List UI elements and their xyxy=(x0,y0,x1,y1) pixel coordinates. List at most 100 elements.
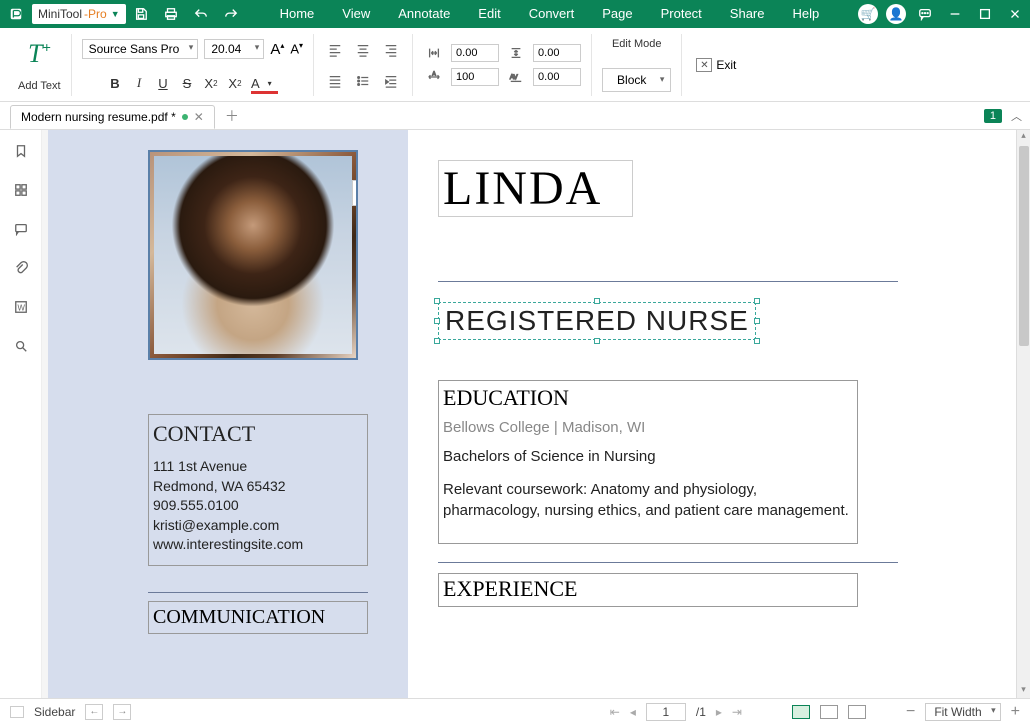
cart-icon[interactable]: 🛒 xyxy=(858,4,878,24)
feedback-icon[interactable] xyxy=(910,0,940,28)
education-heading: EDUCATION xyxy=(443,385,849,411)
zoom-in-icon[interactable]: + xyxy=(1011,703,1020,721)
communication-section[interactable]: COMMUNICATION xyxy=(148,601,368,634)
search-icon[interactable] xyxy=(14,339,28,358)
scroll-down-icon[interactable]: ▾ xyxy=(1017,684,1030,698)
word-spacing-icon[interactable]: AV xyxy=(505,67,527,87)
zoom-out-icon[interactable]: − xyxy=(906,703,915,721)
first-page-icon[interactable]: ⇤ xyxy=(610,705,620,719)
continuous-view-icon[interactable] xyxy=(848,705,866,719)
indent-icon[interactable] xyxy=(380,71,402,91)
modified-indicator-icon xyxy=(182,114,188,120)
superscript-icon[interactable]: X2 xyxy=(203,76,219,91)
print-icon[interactable] xyxy=(156,0,186,28)
page-number-input[interactable]: 1 xyxy=(646,703,686,721)
menu-convert[interactable]: Convert xyxy=(515,0,589,28)
menu-edit[interactable]: Edit xyxy=(464,0,514,28)
vertical-scrollbar[interactable]: ▴ ▾ xyxy=(1016,130,1030,698)
line-spacing-icon[interactable] xyxy=(505,43,527,63)
edit-image-icon[interactable]: ✎ xyxy=(352,180,358,206)
menu-share[interactable]: Share xyxy=(716,0,779,28)
char-spacing-icon[interactable] xyxy=(423,43,445,63)
subscript-icon[interactable]: X2 xyxy=(227,76,243,91)
resize-handle[interactable] xyxy=(594,338,600,344)
char-spacing-value[interactable]: 0.00 xyxy=(451,44,499,62)
single-page-view-icon[interactable] xyxy=(792,705,810,719)
resize-handle[interactable] xyxy=(754,338,760,344)
profile-photo[interactable]: ✎ xyxy=(148,150,358,360)
comments-icon[interactable] xyxy=(14,222,28,241)
menu-annotate[interactable]: Annotate xyxy=(384,0,464,28)
resize-handle[interactable] xyxy=(754,298,760,304)
zoom-level-select[interactable]: Fit Width xyxy=(925,703,1000,721)
resize-handle[interactable] xyxy=(594,298,600,304)
prev-page-icon[interactable]: ◂ xyxy=(630,705,636,719)
scroll-up-icon[interactable]: ▴ xyxy=(1017,130,1030,144)
add-tab-button[interactable]: ＋ xyxy=(225,106,239,126)
menu-protect[interactable]: Protect xyxy=(647,0,716,28)
menu-page[interactable]: Page xyxy=(588,0,646,28)
document-viewport[interactable]: ✎ CONTACT 111 1st Avenue Redmond, WA 654… xyxy=(42,130,1016,698)
menu-view[interactable]: View xyxy=(328,0,384,28)
exit-button[interactable]: ✕ Exit xyxy=(692,54,740,76)
account-icon[interactable]: 👤 xyxy=(886,4,906,24)
next-page-icon[interactable]: ▸ xyxy=(716,705,722,719)
bullet-list-icon[interactable] xyxy=(352,71,374,91)
file-tab[interactable]: Modern nursing resume.pdf * ✕ xyxy=(10,105,215,129)
close-button[interactable] xyxy=(1000,0,1030,28)
font-family-select[interactable]: Source Sans Pro xyxy=(82,39,199,59)
maximize-button[interactable] xyxy=(970,0,1000,28)
role-text-selection[interactable]: REGISTERED NURSE xyxy=(438,302,756,340)
redo-icon[interactable] xyxy=(216,0,246,28)
last-page-icon[interactable]: ⇥ xyxy=(732,705,742,719)
word-spacing-value[interactable]: 0.00 xyxy=(533,68,581,86)
resize-handle[interactable] xyxy=(434,318,440,324)
experience-section[interactable]: EXPERIENCE xyxy=(438,573,858,607)
menu-home[interactable]: Home xyxy=(266,0,329,28)
name-text-block[interactable]: LINDA xyxy=(438,160,633,217)
attachments-icon[interactable] xyxy=(14,261,28,280)
bookmark-icon[interactable] xyxy=(14,144,28,163)
font-size-select[interactable]: 20.04 xyxy=(204,39,264,59)
align-center-icon[interactable] xyxy=(352,40,374,60)
increase-font-icon[interactable]: A▴ xyxy=(270,41,284,58)
decrease-font-icon[interactable]: A▾ xyxy=(290,41,303,56)
font-color-icon[interactable]: A▾ xyxy=(251,76,278,91)
resize-handle[interactable] xyxy=(754,318,760,324)
block-mode-select[interactable]: Block xyxy=(602,68,671,92)
word-export-icon[interactable]: W xyxy=(14,300,28,319)
scroll-thumb[interactable] xyxy=(1019,146,1029,346)
line-spacing-value[interactable]: 0.00 xyxy=(533,44,581,62)
sidebar-toggle-icon[interactable] xyxy=(10,706,24,718)
resize-handle[interactable] xyxy=(434,338,440,344)
horiz-scale-icon[interactable]: A xyxy=(423,67,445,87)
align-right-icon[interactable] xyxy=(380,40,402,60)
save-icon[interactable] xyxy=(126,0,156,28)
contact-section[interactable]: CONTACT 111 1st Avenue Redmond, WA 65432… xyxy=(148,414,368,566)
prev-view-button[interactable]: ← xyxy=(85,704,103,720)
thumbnails-icon[interactable] xyxy=(14,183,28,202)
close-tab-icon[interactable]: ✕ xyxy=(194,110,204,124)
menu-help[interactable]: Help xyxy=(779,0,834,28)
resize-handle[interactable] xyxy=(434,298,440,304)
contact-line4: kristi@example.com xyxy=(153,516,359,536)
app-name-dropdown[interactable]: MiniTool-Pro▼ xyxy=(32,4,126,24)
two-page-view-icon[interactable] xyxy=(820,705,838,719)
bold-icon[interactable]: B xyxy=(107,76,123,91)
horiz-scale-value[interactable]: 100 xyxy=(451,68,499,86)
align-left-icon[interactable] xyxy=(324,40,346,60)
side-toolbar: W xyxy=(0,130,42,698)
sidebar-label[interactable]: Sidebar xyxy=(34,705,75,719)
align-justify-icon[interactable] xyxy=(324,71,346,91)
italic-icon[interactable]: I xyxy=(131,75,147,91)
add-text-group[interactable]: T+ Add Text xyxy=(8,34,72,96)
collapse-ribbon-icon[interactable]: ︿ xyxy=(1011,108,1022,124)
underline-icon[interactable]: U xyxy=(155,76,171,91)
undo-icon[interactable] xyxy=(186,0,216,28)
next-view-button[interactable]: → xyxy=(113,704,131,720)
minimize-button[interactable] xyxy=(940,0,970,28)
svg-text:W: W xyxy=(17,304,25,313)
strikethrough-icon[interactable]: S xyxy=(179,76,195,91)
education-section[interactable]: EDUCATION Bellows College | Madison, WI … xyxy=(438,380,858,544)
svg-text:A: A xyxy=(432,71,436,77)
